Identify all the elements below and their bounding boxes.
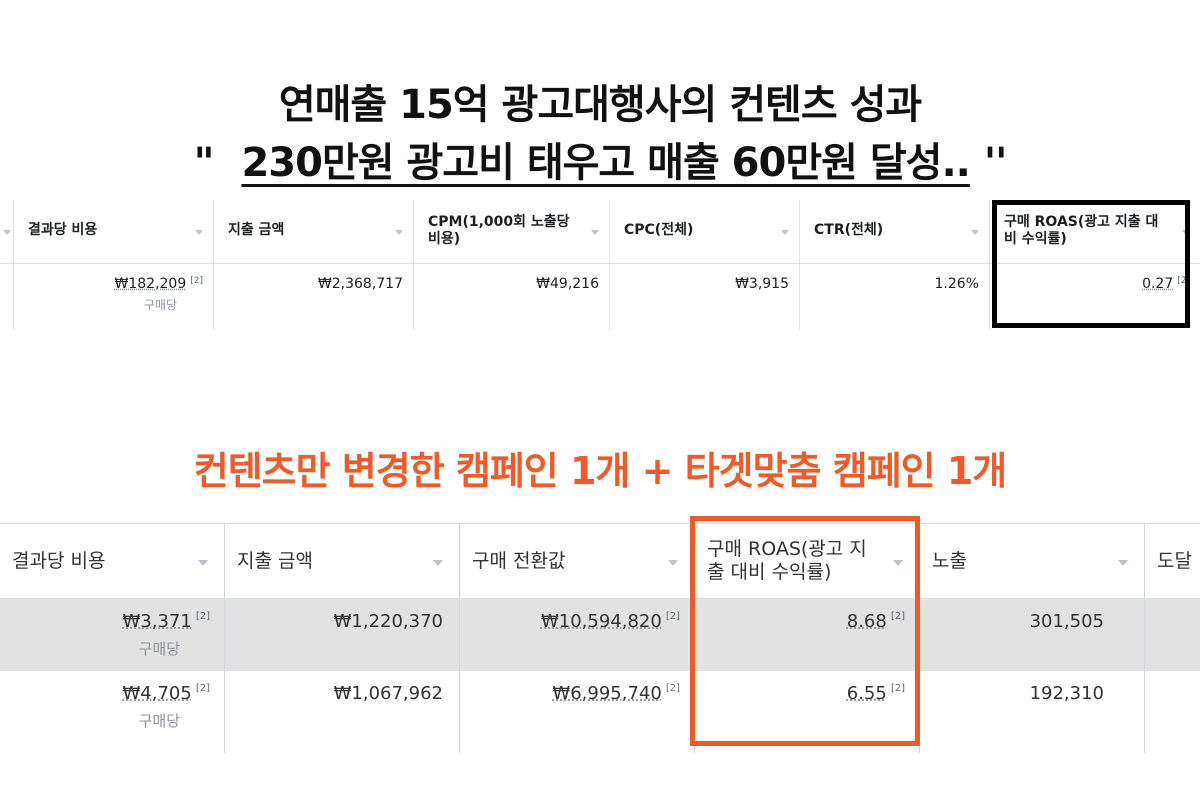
spend-value: ₩2,368,717: [317, 276, 403, 292]
sort-icon[interactable]: [591, 230, 599, 235]
roas-highlight-box: [992, 200, 1190, 328]
cell-cost-per-result: ₩4,705 [2] 구매당: [0, 671, 225, 753]
cell-spend: ₩2,368,717: [214, 264, 414, 330]
impressions-value: 192,310: [1029, 683, 1104, 704]
sort-icon[interactable]: [433, 560, 443, 566]
ctr-value: 1.26%: [934, 276, 979, 292]
per-purchase-label: 구매당: [138, 640, 180, 658]
cpm-value: ₩49,216: [536, 276, 599, 292]
col-header-ctr[interactable]: CTR(전체): [800, 200, 990, 263]
col-header-cpm[interactable]: CPM(1,000회 노출당 비용): [414, 200, 610, 263]
note-marker: [2]: [665, 611, 680, 622]
cell-cost-per-result: ₩3,371 [2] 구매당: [0, 599, 225, 671]
cell-spend: ₩1,067,962: [225, 671, 460, 753]
note-marker: [2]: [195, 683, 210, 694]
sort-icon: [3, 230, 11, 235]
table-after-header: 결과당 비용 지출 금액 구매 전환값 구매 ROAS(광고 지출 대비 수익률…: [0, 523, 1200, 599]
left-edge-cell: [0, 264, 14, 330]
col-header-cpc[interactable]: CPC(전체): [610, 200, 800, 263]
headline-line1: 연매출 15억 광고대행사의 컨텐츠 성과: [278, 82, 922, 128]
cpc-value: ₩3,915: [735, 276, 789, 292]
note-marker: [2]: [195, 611, 210, 622]
cell-conversion-value: ₩10,594,820 [2]: [460, 599, 695, 671]
cost-per-result-value[interactable]: ₩182,209: [115, 276, 187, 292]
cell-spend: ₩1,220,370: [225, 599, 460, 671]
sort-icon[interactable]: [781, 230, 789, 235]
col-header-spend[interactable]: 지출 금액: [225, 524, 460, 598]
per-purchase-label: 구매당: [138, 712, 180, 730]
cell-cpm: ₩49,216: [414, 264, 610, 330]
sort-icon[interactable]: [1118, 560, 1128, 566]
roas-highlight-box: [690, 516, 920, 746]
sort-icon[interactable]: [971, 230, 979, 235]
cell-reach: [1145, 671, 1200, 753]
col-header-reach[interactable]: 도달: [1145, 524, 1200, 598]
col-header-impressions[interactable]: 노출: [920, 524, 1145, 598]
conversion-value[interactable]: ₩6,995,740: [552, 683, 661, 704]
cell-impressions: 301,505: [920, 599, 1145, 671]
per-purchase-label: 구매당: [143, 298, 177, 312]
open-quote: ": [193, 140, 215, 186]
left-edge-cell: [0, 200, 14, 263]
note-marker: [2]: [190, 276, 203, 286]
cell-ctr: 1.26%: [800, 264, 990, 330]
col-header-spend[interactable]: 지출 금액: [214, 200, 414, 263]
cell-impressions: 192,310: [920, 671, 1145, 753]
cell-conversion-value: ₩6,995,740 [2]: [460, 671, 695, 753]
cell-cpc: ₩3,915: [610, 264, 800, 330]
sort-icon[interactable]: [195, 230, 203, 235]
spend-value: ₩1,220,370: [333, 611, 443, 632]
table-after: 결과당 비용 지출 금액 구매 전환값 구매 ROAS(광고 지출 대비 수익률…: [0, 523, 1200, 753]
sort-icon[interactable]: [395, 230, 403, 235]
close-quote: '': [983, 140, 1007, 186]
table-row: ₩4,705 [2] 구매당 ₩1,067,962 ₩6,995,740 [2] 6…: [0, 671, 1200, 753]
sort-icon[interactable]: [198, 560, 208, 566]
sort-icon[interactable]: [668, 560, 678, 566]
col-header-cost-per-result[interactable]: 결과당 비용: [14, 200, 214, 263]
note-marker: [2]: [665, 683, 680, 694]
cost-per-result-value[interactable]: ₩3,371: [123, 611, 192, 632]
headline-line2-text: 230만원 광고비 태우고 매출 60만원 달성..: [241, 140, 970, 186]
col-header-cost-per-result[interactable]: 결과당 비용: [0, 524, 225, 598]
cell-cost-per-result: ₩182,209 [2] 구매당: [14, 264, 214, 330]
spend-value: ₩1,067,962: [333, 683, 443, 704]
cell-reach: [1145, 599, 1200, 671]
col-header-conversion-value[interactable]: 구매 전환값: [460, 524, 695, 598]
headline-line2: " 230만원 광고비 태우고 매출 60만원 달성.. '': [0, 130, 1200, 188]
table-row: ₩3,371 [2] 구매당 ₩1,220,370 ₩10,594,820 [2] …: [0, 599, 1200, 671]
subheadline: 컨텐츠만 변경한 캠페인 1개 + 타겟맞춤 캠페인 1개: [193, 449, 1008, 493]
conversion-value[interactable]: ₩10,594,820: [541, 611, 662, 632]
impressions-value: 301,505: [1029, 611, 1104, 632]
cost-per-result-value[interactable]: ₩4,705: [123, 683, 192, 704]
